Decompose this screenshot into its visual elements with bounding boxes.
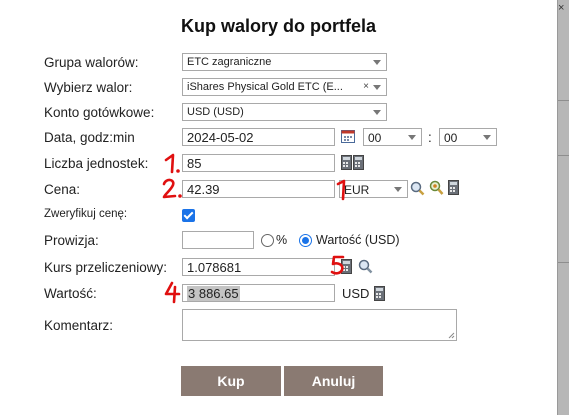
- chevron-down-icon: [408, 135, 416, 140]
- price-value: 42.39: [187, 182, 220, 197]
- chevron-down-icon: [373, 85, 381, 90]
- svg-text:1: 1: [160, 152, 161, 153]
- date-input[interactable]: 2024-05-02: [182, 128, 335, 146]
- divider: [557, 155, 569, 156]
- calculator-icon[interactable]: [341, 155, 365, 170]
- commission-value-option-label: Wartość (USD): [316, 233, 400, 247]
- minute-select[interactable]: 00: [439, 128, 497, 146]
- chevron-down-icon: [373, 110, 381, 115]
- asset-group-select[interactable]: ETC zagraniczne: [182, 53, 387, 71]
- price-input[interactable]: 42.39: [182, 180, 335, 198]
- asset-select[interactable]: iShares Physical Gold ETC (E... ×: [182, 78, 387, 96]
- search-icon[interactable]: [358, 259, 373, 274]
- annotation-mark: 5: [330, 254, 345, 275]
- asset-group-value: ETC zagraniczne: [187, 56, 272, 68]
- annotation-mark: 4: [163, 280, 181, 304]
- svg-text:5: 5: [330, 254, 331, 255]
- total-currency: USD: [342, 286, 370, 301]
- resize-handle-icon[interactable]: [448, 332, 455, 339]
- svg-text:2: 2: [160, 177, 161, 178]
- buy-assets-dialog: Kup walory do portfela Grupa walorów: ET…: [0, 0, 558, 415]
- commission-value-radio[interactable]: [299, 234, 312, 247]
- total-value: 3 886.65: [187, 286, 240, 301]
- svg-text:1: 1: [336, 179, 337, 180]
- dialog-title: Kup walory do portfela: [180, 16, 376, 36]
- search-icon[interactable]: [410, 181, 425, 196]
- time-separator: :: [428, 130, 432, 145]
- units-label: Liczba jednostek:: [44, 156, 149, 171]
- chevron-down-icon: [373, 60, 381, 65]
- cash-account-value: USD (USD): [187, 106, 244, 118]
- minute-value: 00: [444, 131, 458, 145]
- date-value: 2024-05-02: [187, 130, 254, 145]
- chevron-down-icon: [483, 135, 491, 140]
- fx-rate-input[interactable]: 1.078681: [182, 258, 335, 276]
- annotation-mark: 2: [160, 177, 182, 199]
- chevron-down-icon: [394, 187, 402, 192]
- verify-price-label: Zweryfikuj cenę:: [44, 208, 128, 220]
- cancel-button[interactable]: Anuluj: [284, 366, 383, 396]
- cash-account-select[interactable]: USD (USD): [182, 103, 387, 121]
- units-value: 85: [187, 156, 202, 171]
- commission-input[interactable]: [182, 231, 254, 249]
- price-currency-select[interactable]: EUR: [339, 180, 408, 198]
- asset-label: Wybierz walor:: [44, 80, 133, 95]
- units-input[interactable]: 85: [182, 154, 335, 172]
- annotation-mark: 1: [160, 152, 180, 174]
- total-input: 3 886.65: [182, 284, 335, 302]
- comment-label: Komentarz:: [44, 318, 114, 333]
- calendar-icon[interactable]: [341, 129, 356, 144]
- asset-group-label: Grupa walorów:: [44, 55, 139, 70]
- background-page: ×: [557, 0, 569, 415]
- cash-account-label: Konto gotówkowe:: [44, 105, 155, 120]
- comment-textarea[interactable]: [182, 309, 457, 341]
- verify-price-checkbox[interactable]: [182, 209, 195, 222]
- refresh-price-icon[interactable]: [429, 180, 444, 196]
- commission-percent-label: %: [276, 233, 288, 247]
- total-label: Wartość:: [44, 286, 97, 301]
- datetime-label: Data, godz:min: [44, 130, 135, 145]
- calculator-icon[interactable]: [374, 286, 385, 301]
- price-label: Cena:: [44, 182, 81, 197]
- fx-rate-label: Kurs przeliczeniowy:: [44, 260, 168, 275]
- divider: [557, 262, 569, 263]
- hour-select[interactable]: 00: [363, 128, 422, 146]
- buy-button[interactable]: Kup: [181, 366, 281, 396]
- commission-percent-radio[interactable]: [261, 234, 274, 247]
- commission-label: Prowizja:: [44, 233, 99, 248]
- divider: [557, 100, 569, 101]
- close-icon[interactable]: ×: [558, 2, 564, 14]
- hour-value: 00: [368, 131, 382, 145]
- fx-rate-value: 1.078681: [187, 260, 242, 275]
- clear-icon[interactable]: ×: [363, 81, 369, 92]
- asset-value: iShares Physical Gold ETC (E...: [187, 81, 343, 93]
- calculator-icon[interactable]: [448, 180, 459, 195]
- annotation-mark: 1: [336, 179, 346, 201]
- svg-text:4: 4: [163, 280, 164, 281]
